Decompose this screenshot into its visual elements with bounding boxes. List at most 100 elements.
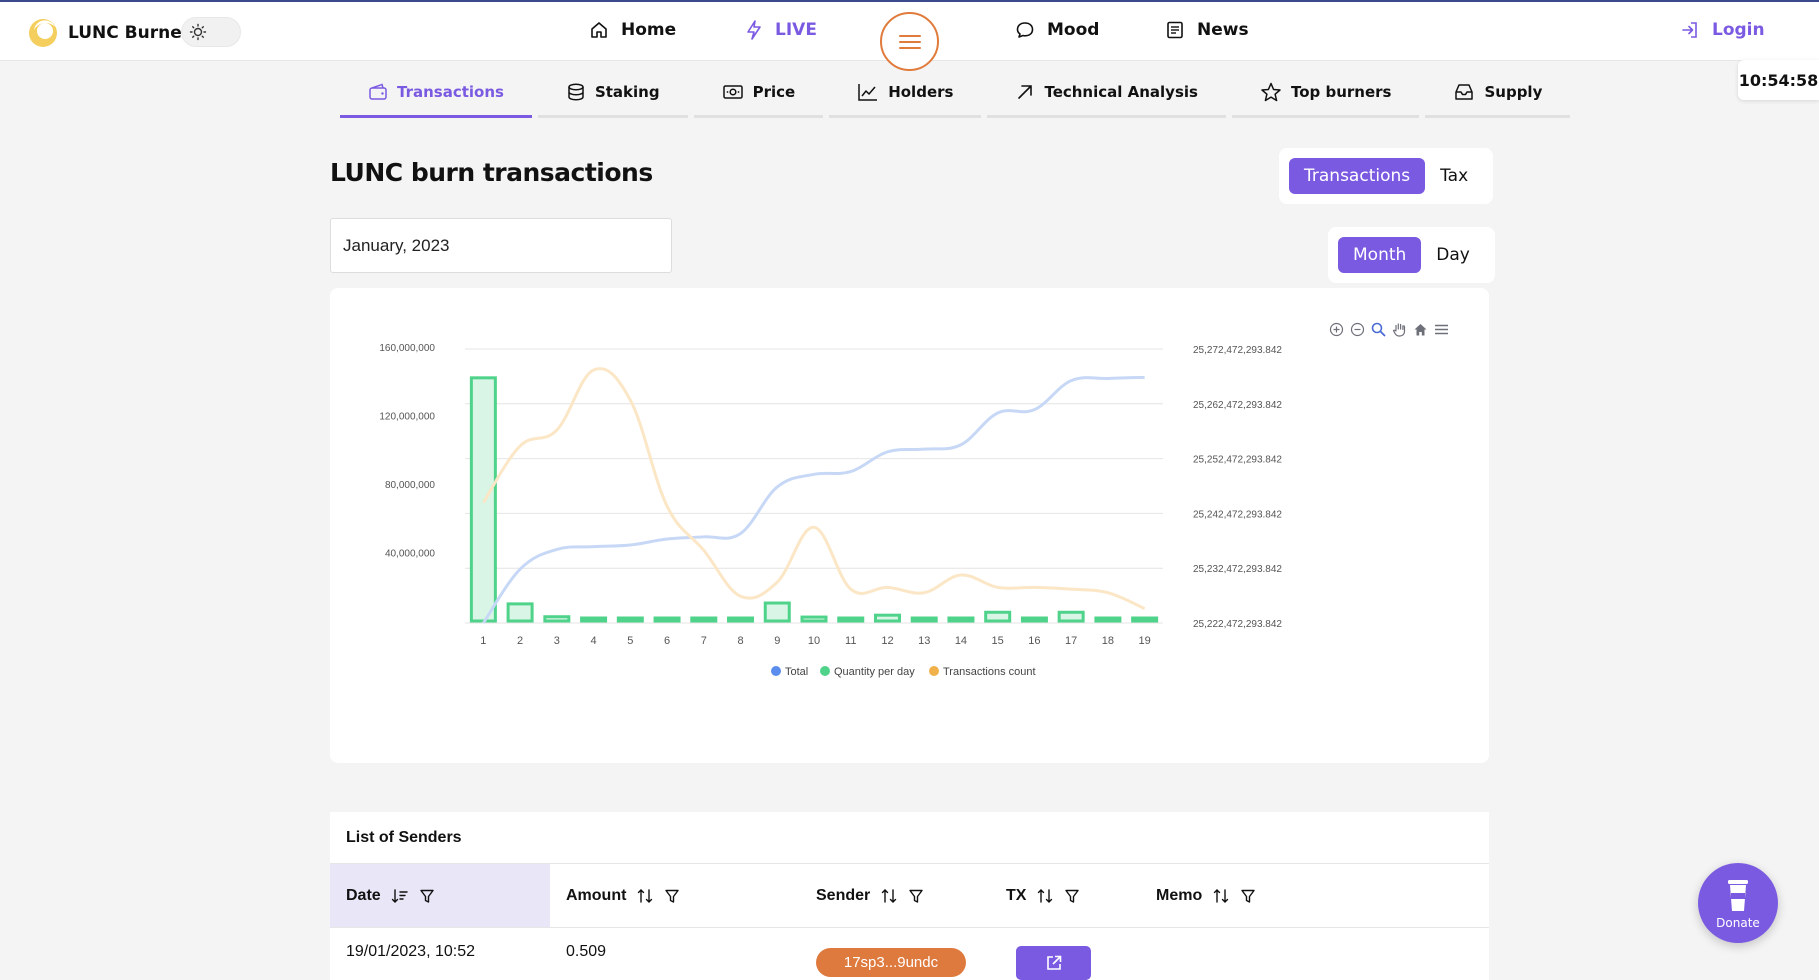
quantity-bar <box>910 616 938 623</box>
chart-menu-icon[interactable] <box>1431 320 1452 338</box>
quantity-bar <box>1020 616 1048 623</box>
x-tick-label: 11 <box>845 635 856 647</box>
month-picker-input[interactable]: January, 2023 <box>330 218 672 273</box>
tab-price-label: Price <box>752 82 796 101</box>
reset-home-icon[interactable] <box>1410 320 1431 338</box>
selection-zoom-icon[interactable] <box>1368 320 1389 338</box>
filter-icon[interactable] <box>1064 888 1080 904</box>
toggle-month-button[interactable]: Month <box>1338 237 1422 273</box>
theme-toggle[interactable] <box>181 17 241 47</box>
tab-holders[interactable]: Holders <box>829 74 982 118</box>
quantity-bar <box>690 616 718 623</box>
x-tick-label: 7 <box>701 635 707 647</box>
quantity-bar <box>947 616 975 623</box>
external-link-icon <box>1046 955 1061 970</box>
y-left-tick-label: 160,000,000 <box>379 343 435 354</box>
column-header-amount[interactable]: Amount <box>550 864 680 927</box>
nav-live[interactable]: LIVE <box>745 20 817 40</box>
filter-icon[interactable] <box>664 888 680 904</box>
quantity-bar <box>1057 610 1085 623</box>
nav-home[interactable]: Home <box>589 20 676 40</box>
brand[interactable]: LUNC Burner <box>28 18 190 48</box>
x-tick-label: 19 <box>1139 635 1151 647</box>
toggle-day-button[interactable]: Day <box>1421 237 1485 273</box>
column-amount-label: Amount <box>566 886 627 904</box>
legend-marker <box>771 666 781 676</box>
tab-top-burners[interactable]: Top burners <box>1231 74 1420 118</box>
quantity-bar <box>580 616 608 623</box>
tab-supply[interactable]: Supply <box>1425 74 1571 118</box>
zoom-in-icon[interactable] <box>1326 320 1347 338</box>
tab-transactions[interactable]: Transactions <box>340 74 532 118</box>
sort-descending-icon[interactable] <box>391 888 409 904</box>
donate-button[interactable]: Donate <box>1698 863 1778 943</box>
tab-top-burners-label: Top burners <box>1290 82 1392 101</box>
nav-news[interactable]: News <box>1165 20 1249 40</box>
quantity-bar <box>837 616 865 623</box>
lightning-icon <box>747 20 761 40</box>
column-sender-label: Sender <box>816 886 871 904</box>
nav-news-label: News <box>1197 20 1249 40</box>
home-icon <box>591 22 607 38</box>
sender-address-pill[interactable]: 17sp3...9undc <box>816 948 966 977</box>
legend-label: Total <box>785 666 808 678</box>
donate-label: Donate <box>1716 915 1760 930</box>
filter-icon[interactable] <box>908 888 924 904</box>
x-tick-label: 14 <box>955 635 967 647</box>
nav-home-label: Home <box>621 20 677 40</box>
tx-open-link-button[interactable] <box>1016 946 1091 980</box>
column-header-sender[interactable]: Sender <box>800 864 924 927</box>
x-tick-label: 1 <box>480 635 486 647</box>
period-toggle: Month Day <box>1328 227 1495 283</box>
legend-label: Transactions count <box>943 666 1036 678</box>
sort-icon[interactable] <box>880 888 898 904</box>
pan-hand-icon[interactable] <box>1389 320 1410 338</box>
row-amount: 0.509 <box>566 943 607 960</box>
x-tick-label: 17 <box>1065 635 1077 647</box>
tab-technical-analysis[interactable]: Technical Analysis <box>987 74 1226 118</box>
y-left-tick-label: 120,000,000 <box>379 412 435 423</box>
toggle-transactions-button[interactable]: Transactions <box>1289 158 1426 194</box>
inbox-icon <box>1455 83 1474 100</box>
quantity-bar <box>763 601 791 623</box>
login-icon <box>1682 22 1697 38</box>
y-right-tick-label: 25,262,472,293.842 <box>1193 400 1282 411</box>
quantity-bar <box>727 616 755 623</box>
line-chart-icon <box>858 83 878 101</box>
sort-icon[interactable] <box>1036 888 1054 904</box>
column-header-tx[interactable]: TX <box>990 864 1080 927</box>
login-button[interactable]: Login <box>1680 20 1765 40</box>
x-tick-label: 16 <box>1028 635 1040 647</box>
coins-stack-icon <box>568 82 584 101</box>
lunc-logo-icon <box>29 19 57 47</box>
x-tick-label: 8 <box>737 635 743 647</box>
nav-mood[interactable]: Mood <box>1015 20 1099 40</box>
burn-chart: 160,000,000 120,000,000 80,000,000 40,000,0… <box>379 343 1282 678</box>
quantity-bar <box>616 616 644 623</box>
zoom-out-icon[interactable] <box>1347 320 1368 338</box>
filter-icon[interactable] <box>1240 888 1256 904</box>
quantity-bar <box>800 615 828 623</box>
coffee-cup-icon <box>1728 879 1748 911</box>
page-title: LUNC burn transactions <box>330 158 653 187</box>
sort-icon[interactable] <box>636 888 654 904</box>
column-header-memo[interactable]: Memo <box>1140 864 1256 927</box>
senders-title: List of Senders <box>346 829 462 846</box>
quantity-bar <box>1131 616 1159 623</box>
tx-count-series-line <box>482 367 1146 611</box>
tab-staking[interactable]: Staking <box>537 74 688 118</box>
filter-icon[interactable] <box>419 888 435 904</box>
column-date-label: Date <box>346 886 381 904</box>
column-header-date[interactable]: Date <box>330 864 550 927</box>
tab-price[interactable]: Price <box>693 74 824 118</box>
login-label: Login <box>1712 20 1765 40</box>
y-left-tick-label: 80,000,000 <box>385 480 435 491</box>
sort-icon[interactable] <box>1212 888 1230 904</box>
x-tick-label: 5 <box>627 635 633 647</box>
y-left-tick-label: 40,000,000 <box>385 549 435 560</box>
x-tick-label: 3 <box>554 635 560 647</box>
nav-live-label: LIVE <box>775 20 817 40</box>
senders-table-header: Date Amount Sender TX Memo <box>330 863 1489 928</box>
menu-button[interactable] <box>880 12 939 71</box>
toggle-tax-button[interactable]: Tax <box>1425 158 1483 194</box>
